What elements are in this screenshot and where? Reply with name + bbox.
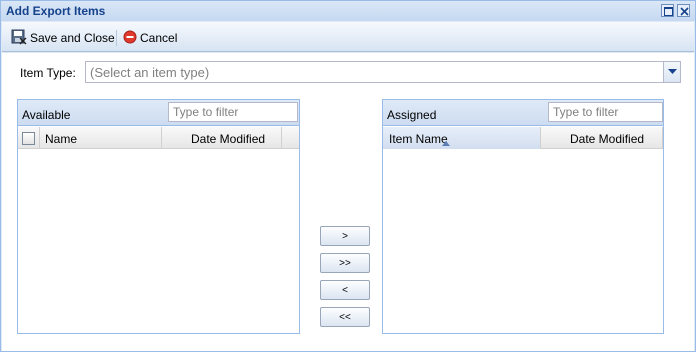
column-date-modified[interactable]: Date Modified [162,127,282,149]
select-all-checkbox[interactable] [22,132,35,145]
available-column-header: Name Date Modified [18,127,299,149]
save-icon [11,29,27,48]
dialog-body: Item Type: (Select an item type) Availab… [2,53,694,351]
column-item-name-label: Item Name [389,132,448,146]
add-selected-button[interactable]: > [320,226,370,246]
column-date-modified-label: Date Modified [570,132,645,146]
column-name[interactable]: Name [40,127,162,149]
column-date-modified-label: Date Modified [191,132,266,146]
toolbar-separator [116,30,117,46]
column-item-name[interactable]: Item Name [383,127,541,149]
dialog-title: Add Export Items [6,4,106,18]
close-icon[interactable] [677,4,690,17]
available-panel-header: Available [18,100,299,126]
item-type-label: Item Type: [20,66,76,80]
remove-all-button[interactable]: << [320,307,370,327]
add-export-items-dialog: Add Export Items Save and Close Cancel I… [0,0,696,352]
cancel-icon [123,30,137,47]
maximize-icon[interactable] [661,4,674,17]
cancel-label: Cancel [140,31,178,45]
column-name-label: Name [45,132,78,146]
available-filter-input[interactable] [168,102,298,122]
assigned-title: Assigned [387,108,437,122]
assigned-column-header: Item Name Date Modified [383,127,663,149]
cancel-button[interactable]: Cancel [123,28,177,48]
assigned-panel: Assigned Item Name Date Modified [382,99,664,334]
assigned-filter-input[interactable] [548,102,663,122]
sort-ascending-icon [442,135,450,149]
toolbar: Save and Close Cancel [2,22,694,52]
save-and-close-label: Save and Close [30,31,115,45]
item-type-combobox[interactable]: (Select an item type) [85,61,681,83]
save-and-close-button[interactable]: Save and Close [11,28,115,48]
chevron-down-icon[interactable] [663,62,680,82]
assigned-panel-header: Assigned [383,100,663,126]
item-type-placeholder: (Select an item type) [90,65,210,80]
title-bar[interactable]: Add Export Items [1,1,695,21]
add-all-button[interactable]: >> [320,253,370,273]
select-all-column[interactable] [18,127,40,149]
remove-selected-button[interactable]: < [320,280,370,300]
column-date-modified[interactable]: Date Modified [541,127,663,149]
available-title: Available [22,108,71,122]
available-panel: Available Name Date Modified [17,99,300,334]
